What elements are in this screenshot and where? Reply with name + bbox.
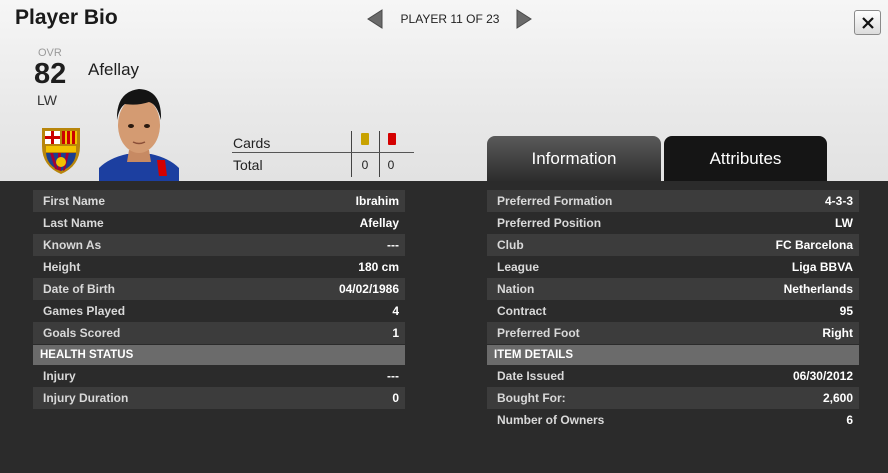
table-row: Known As --- xyxy=(33,234,405,256)
column-divider xyxy=(379,131,380,177)
table-row: Date Issued 06/30/2012 xyxy=(487,365,859,387)
row-value: LW xyxy=(835,216,853,230)
row-value: --- xyxy=(387,238,399,252)
table-row: Preferred Formation 4-3-3 xyxy=(487,190,859,212)
row-label: Known As xyxy=(43,238,102,252)
row-value: FC Barcelona xyxy=(775,238,853,252)
table-row: First Name Ibrahim xyxy=(33,190,405,212)
item-details-panel: Preferred Formation 4-3-3 Preferred Posit… xyxy=(487,190,859,431)
table-row: Nation Netherlands xyxy=(487,278,859,300)
table-row: Number of Owners 6 xyxy=(487,409,859,431)
player-portrait xyxy=(99,89,179,181)
player-name: Afellay xyxy=(88,60,140,79)
row-label: League xyxy=(497,260,540,274)
next-player-button[interactable] xyxy=(515,9,533,29)
table-row: Preferred Position LW xyxy=(487,212,859,234)
table-row: Club FC Barcelona xyxy=(487,234,859,256)
table-row: Contract 95 xyxy=(487,300,859,322)
row-value: 6 xyxy=(846,413,853,427)
yellow-card-icon xyxy=(361,133,369,145)
row-value: 4-3-3 xyxy=(824,194,853,208)
table-row: League Liga BBVA xyxy=(487,256,859,278)
row-value: Netherlands xyxy=(783,282,853,296)
row-label: Injury Duration xyxy=(43,391,129,405)
row-label: Number of Owners xyxy=(497,413,605,427)
cards-label: Cards xyxy=(233,135,271,151)
row-label: Date of Birth xyxy=(43,282,115,296)
table-row: Preferred Foot Right xyxy=(487,322,859,344)
arrow-right-icon xyxy=(516,9,532,29)
page-title: Player Bio xyxy=(15,6,118,29)
row-value: Afellay xyxy=(359,216,399,230)
player-position: LW xyxy=(37,92,57,108)
row-value: 95 xyxy=(839,304,853,318)
table-row: Injury --- xyxy=(33,365,405,387)
close-button[interactable] xyxy=(854,10,881,35)
player-counter: PLAYER 11 OF 23 xyxy=(400,12,500,26)
row-label: Preferred Position xyxy=(497,216,602,230)
row-value: Right xyxy=(822,326,853,340)
row-label: Goals Scored xyxy=(43,326,121,340)
header-area: Player Bio PLAYER 11 OF 23 OVR 82 LW Afe… xyxy=(0,0,888,181)
row-value: 0 xyxy=(392,391,399,405)
row-label: Date Issued xyxy=(497,369,565,383)
row-value: 1 xyxy=(392,326,399,340)
column-divider xyxy=(351,131,352,177)
row-value: 2,600 xyxy=(822,391,853,405)
section-header-item-details: ITEM DETAILS xyxy=(487,345,859,365)
table-row: Date of Birth 04/02/1986 xyxy=(33,278,405,300)
row-label: Bought For: xyxy=(497,391,566,405)
row-label: Nation xyxy=(497,282,535,296)
table-row: Injury Duration 0 xyxy=(33,387,405,409)
row-value: 06/30/2012 xyxy=(792,369,853,383)
row-value: 04/02/1986 xyxy=(338,282,399,296)
row-divider xyxy=(232,152,414,153)
table-row: Height 180 cm xyxy=(33,256,405,278)
row-value: Ibrahim xyxy=(355,194,399,208)
tab-information[interactable]: Information xyxy=(487,136,661,181)
row-label: Club xyxy=(497,238,524,252)
red-card-icon xyxy=(388,133,396,145)
player-details-panel: First Name Ibrahim Last Name Afellay Known… xyxy=(33,190,405,409)
row-value: Liga BBVA xyxy=(791,260,853,274)
cards-table: Cards Total 0 0 xyxy=(232,131,414,177)
row-label: Height xyxy=(43,260,81,274)
table-row: Games Played 4 xyxy=(33,300,405,322)
ovr-rating: 82 xyxy=(34,58,67,90)
row-label: Contract xyxy=(497,304,547,318)
row-value: 4 xyxy=(392,304,399,318)
row-value: 180 cm xyxy=(358,260,399,274)
row-label: Preferred Formation xyxy=(497,194,613,208)
row-label: Preferred Foot xyxy=(497,326,580,340)
total-label: Total xyxy=(233,157,263,173)
club-crest-icon xyxy=(42,128,80,174)
yellow-card-count: 0 xyxy=(361,158,369,172)
tab-attributes[interactable]: Attributes xyxy=(664,136,827,181)
close-icon xyxy=(861,16,874,29)
table-row: Last Name Afellay xyxy=(33,212,405,234)
row-label: Injury xyxy=(43,369,76,383)
section-header-health-status: HEALTH STATUS xyxy=(33,345,405,365)
player-navigator: PLAYER 11 OF 23 xyxy=(364,8,536,30)
table-row: Goals Scored 1 xyxy=(33,322,405,344)
red-card-count: 0 xyxy=(387,158,395,172)
row-label: First Name xyxy=(43,194,106,208)
row-label: Last Name xyxy=(43,216,104,230)
table-row: Bought For: 2,600 xyxy=(487,387,859,409)
row-label: Games Played xyxy=(43,304,126,318)
row-value: --- xyxy=(387,369,399,383)
